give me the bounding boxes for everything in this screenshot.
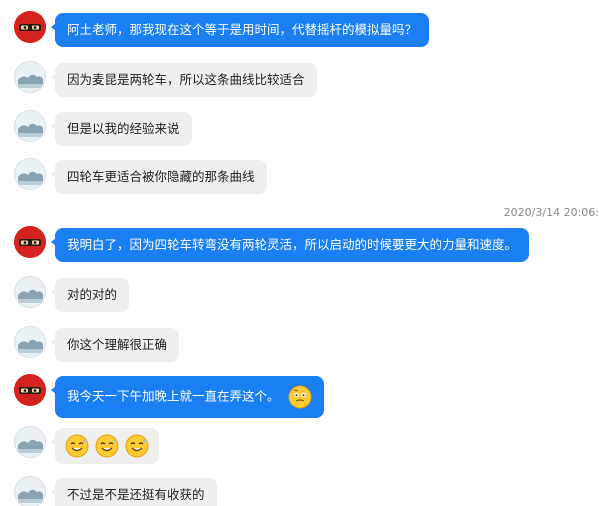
ninja-avatar-icon [14, 226, 46, 258]
landscape-avatar-icon [15, 62, 45, 92]
message-row: 但是以我的经验来说 [14, 110, 192, 146]
avatar[interactable] [14, 110, 46, 142]
message-row: 因为麦昆是两轮车，所以这条曲线比较适合 [14, 61, 317, 97]
grinning-sweat-icon [125, 434, 149, 458]
message-text: 我今天一下午加晚上就一直在弄这个。 [67, 388, 280, 404]
avatar[interactable] [14, 276, 46, 308]
avatar[interactable] [14, 476, 46, 506]
grinning-sweat-icon [95, 434, 119, 458]
landscape-avatar-icon [15, 477, 45, 506]
message-bubble[interactable] [51, 428, 159, 464]
message-bubble[interactable]: 我明白了，因为四轮车转弯没有两轮灵活，所以启动的时候要更大的力量和速度。 [50, 228, 530, 262]
message-row: 四轮车更适合被你隐藏的那条曲线 [14, 158, 267, 194]
landscape-avatar-icon [15, 159, 45, 189]
avatar[interactable] [14, 374, 46, 406]
avatar[interactable] [14, 326, 46, 358]
landscape-avatar-icon [15, 277, 45, 307]
message-bubble[interactable]: 不过是不是还挺有收获的 [51, 478, 217, 506]
message-bubble[interactable]: 因为麦昆是两轮车，所以这条曲线比较适合 [51, 63, 317, 97]
message-bubble[interactable]: 我今天一下午加晚上就一直在弄这个。 [51, 376, 324, 418]
landscape-avatar-icon [15, 111, 45, 141]
message-bubble[interactable]: 对的对的 [50, 278, 130, 312]
thinking-face-icon [288, 385, 311, 409]
message-row: 你这个理解很正确 [14, 326, 180, 362]
message-bubble[interactable]: 四轮车更适合被你隐藏的那条曲线 [51, 160, 267, 194]
message-row: 对的对的 [14, 276, 130, 312]
message-row: 我明白了，因为四轮车转弯没有两轮灵活，所以启动的时候要更大的力量和速度。 [14, 226, 530, 262]
avatar[interactable] [14, 426, 46, 458]
message-bubble[interactable]: 阿土老师，那我现在这个等于是用时间，代替摇杆的模拟量吗？ [50, 13, 430, 47]
avatar[interactable] [14, 158, 46, 190]
message-timestamp: 2020/3/14 20:06: [503, 206, 599, 219]
ninja-avatar-icon [14, 374, 46, 406]
message-bubble[interactable]: 你这个理解很正确 [50, 328, 180, 362]
avatar[interactable] [14, 61, 46, 93]
landscape-avatar-icon [15, 427, 45, 457]
chat-window: 阿土老师，那我现在这个等于是用时间，代替摇杆的模拟量吗？ 因为麦昆是两轮车，所以… [0, 0, 599, 506]
avatar[interactable] [14, 226, 46, 258]
message-bubble[interactable]: 但是以我的经验来说 [51, 112, 192, 146]
avatar[interactable] [14, 11, 46, 43]
ninja-avatar-icon [14, 11, 46, 43]
message-row: 不过是不是还挺有收获的 [14, 476, 217, 506]
message-row: 我今天一下午加晚上就一直在弄这个。 [14, 374, 324, 418]
landscape-avatar-icon [15, 327, 45, 357]
grinning-sweat-icon [65, 434, 89, 458]
message-row [14, 426, 159, 464]
message-row: 阿土老师，那我现在这个等于是用时间，代替摇杆的模拟量吗？ [14, 11, 430, 47]
